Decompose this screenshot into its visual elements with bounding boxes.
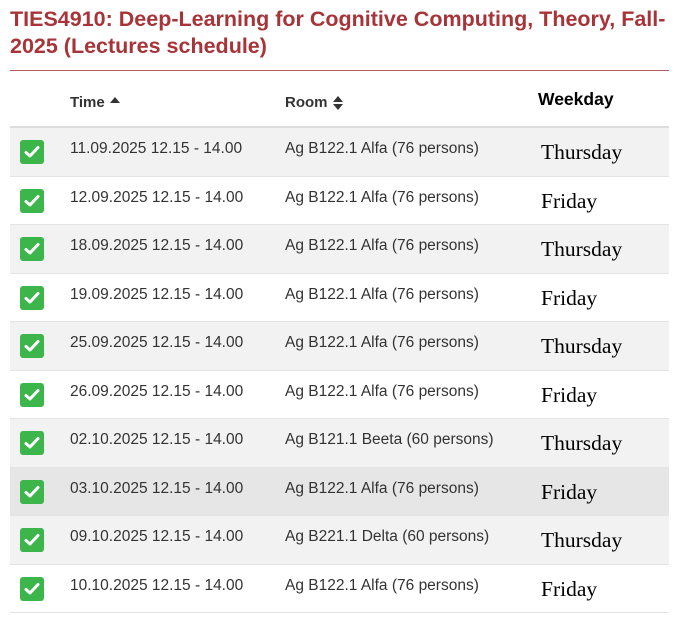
checkmark-icon[interactable] bbox=[20, 528, 44, 552]
row-room: Ag B122.1 Alfa (76 persons) bbox=[285, 237, 479, 254]
checkmark-icon[interactable] bbox=[20, 382, 44, 407]
table-row[interactable]: 10.10.2025 12.15 - 14.00 Ag B122.1 Alfa (… bbox=[10, 564, 669, 613]
check-glyph bbox=[24, 437, 40, 449]
row-room: Ag B122.1 Alfa (76 persons) bbox=[285, 382, 479, 400]
table-row[interactable]: 25.09.2025 12.15 - 14.00 Ag B122.1 Alfa (… bbox=[10, 322, 669, 371]
row-time: 11.09.2025 12.15 - 14.00 bbox=[70, 140, 243, 157]
check-glyph bbox=[24, 485, 40, 497]
row-weekday: Friday bbox=[541, 285, 598, 310]
row-time: 26.09.2025 12.15 - 14.00 bbox=[70, 382, 244, 400]
row-weekday: Thursday bbox=[541, 431, 623, 455]
checkmark-icon[interactable] bbox=[20, 334, 44, 358]
table-row[interactable]: 12.09.2025 12.15 - 14.00 Ag B122.1 Alfa (… bbox=[10, 176, 669, 225]
title-divider bbox=[10, 70, 669, 71]
row-time: 10.10.2025 12.15 - 14.00 bbox=[70, 576, 244, 594]
schedule-page: TIES4910: Deep-Learning for Cognitive Co… bbox=[0, 0, 693, 622]
column-header-weekday-label: Weekday bbox=[538, 89, 614, 109]
row-room: Ag B121.1 Beeta (60 persons) bbox=[285, 431, 494, 448]
schedule-table-body: 11.09.2025 12.15 - 14.00 Ag B122.1 Alfa (… bbox=[10, 128, 669, 613]
column-header-room[interactable]: Room bbox=[285, 80, 343, 126]
check-glyph bbox=[24, 534, 40, 546]
row-room: Ag B122.1 Alfa (76 persons) bbox=[285, 285, 479, 303]
column-header-weekday: Weekday bbox=[538, 80, 614, 126]
row-room: Ag B221.1 Delta (60 persons) bbox=[285, 528, 490, 545]
table-row[interactable]: 02.10.2025 12.15 - 14.00 Ag B121.1 Beeta … bbox=[10, 419, 669, 468]
row-weekday: Thursday bbox=[541, 237, 623, 261]
row-time: 09.10.2025 12.15 - 14.00 bbox=[70, 528, 244, 545]
table-row[interactable]: 09.10.2025 12.15 - 14.00 Ag B221.1 Delta … bbox=[10, 516, 669, 565]
table-row[interactable]: 18.09.2025 12.15 - 14.00 Ag B122.1 Alfa (… bbox=[10, 225, 669, 274]
row-time: 18.09.2025 12.15 - 14.00 bbox=[70, 237, 244, 254]
table-row[interactable]: 11.09.2025 12.15 - 14.00 Ag B122.1 Alfa (… bbox=[10, 128, 669, 177]
checkmark-icon[interactable] bbox=[20, 237, 44, 261]
page-title: TIES4910: Deep-Learning for Cognitive Co… bbox=[10, 7, 666, 58]
row-room: Ag B122.1 Alfa (76 persons) bbox=[285, 479, 479, 497]
table-header: Time Room Weekday bbox=[10, 80, 669, 128]
row-weekday: Friday bbox=[541, 188, 598, 213]
row-weekday: Thursday bbox=[541, 140, 623, 164]
checkmark-icon[interactable] bbox=[20, 431, 44, 455]
row-time: 02.10.2025 12.15 - 14.00 bbox=[70, 431, 244, 448]
check-glyph bbox=[24, 340, 40, 352]
row-room: Ag B122.1 Alfa (76 persons) bbox=[285, 140, 479, 157]
row-weekday: Friday bbox=[541, 382, 598, 407]
table-row[interactable]: 26.09.2025 12.15 - 14.00 Ag B122.1 Alfa (… bbox=[10, 370, 669, 419]
table-row[interactable]: 03.10.2025 12.15 - 14.00 Ag B122.1 Alfa (… bbox=[10, 467, 669, 516]
row-room: Ag B122.1 Alfa (76 persons) bbox=[285, 576, 479, 594]
checkmark-icon[interactable] bbox=[20, 479, 44, 504]
row-room: Ag B122.1 Alfa (76 persons) bbox=[285, 188, 479, 206]
checkmark-icon[interactable] bbox=[20, 285, 44, 310]
column-header-time-label: Time bbox=[70, 94, 105, 111]
checkmark-icon[interactable] bbox=[20, 188, 44, 213]
sort-ascending-icon bbox=[109, 97, 120, 103]
check-glyph bbox=[24, 291, 40, 303]
row-time: 03.10.2025 12.15 - 14.00 bbox=[70, 479, 244, 497]
row-room: Ag B122.1 Alfa (76 persons) bbox=[285, 334, 479, 351]
check-glyph bbox=[24, 243, 40, 255]
row-weekday: Friday bbox=[541, 479, 598, 504]
check-glyph bbox=[24, 146, 40, 158]
checkmark-icon[interactable] bbox=[20, 140, 44, 164]
checkmark-icon[interactable] bbox=[20, 576, 44, 601]
row-weekday: Friday bbox=[541, 576, 598, 601]
sort-unsorted-icon bbox=[332, 96, 343, 110]
table-row[interactable]: 19.09.2025 12.15 - 14.00 Ag B122.1 Alfa (… bbox=[10, 273, 669, 322]
row-time: 19.09.2025 12.15 - 14.00 bbox=[70, 285, 244, 303]
column-header-room-label: Room bbox=[285, 94, 328, 111]
row-weekday: Thursday bbox=[541, 334, 623, 358]
check-glyph bbox=[24, 194, 40, 206]
row-time: 12.09.2025 12.15 - 14.00 bbox=[70, 188, 244, 206]
column-header-time[interactable]: Time bbox=[70, 80, 120, 126]
row-weekday: Thursday bbox=[541, 528, 623, 552]
check-glyph bbox=[24, 388, 40, 400]
check-glyph bbox=[24, 582, 40, 594]
row-time: 25.09.2025 12.15 - 14.00 bbox=[70, 334, 244, 351]
